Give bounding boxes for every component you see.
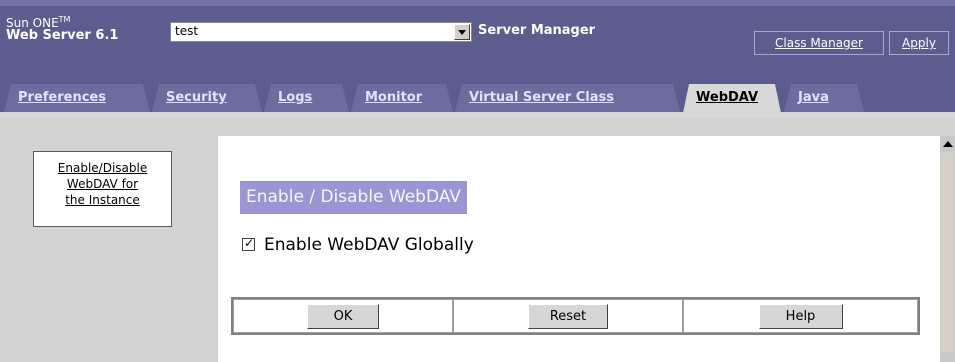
server-select-value: test [175,24,199,38]
header-top-line [0,0,955,6]
scroll-thumb[interactable] [941,152,954,352]
help-cell: Help [683,299,918,333]
body-area: Enable/Disable WebDAV for the Instance E… [0,118,955,362]
trademark-mark: TM [58,15,71,24]
sidebar-link-line-2[interactable]: WebDAV for [34,176,171,192]
app-name: Server Manager [478,23,596,38]
apply-button[interactable]: Apply [889,31,949,55]
product-version: Web Server 6.1 [6,28,119,43]
scroll-up-icon[interactable] [940,136,955,152]
reset-cell: Reset [453,299,683,333]
tab-logs[interactable]: Logs [264,84,349,112]
sidebar-link-line-1[interactable]: Enable/Disable [34,160,171,176]
server-select[interactable]: test [170,22,472,42]
help-button[interactable]: Help [758,303,843,329]
sidebar-link-line-3[interactable]: the Instance [34,192,171,208]
sidebar-link-box: Enable/Disable WebDAV for the Instance [33,151,172,227]
ok-cell: OK [233,299,453,333]
enable-webdav-label: Enable WebDAV Globally [264,235,474,255]
reset-button[interactable]: Reset [528,303,608,329]
chevron-down-icon[interactable] [454,24,470,40]
tab-virtual-server-class[interactable]: Virtual Server Class [455,84,680,112]
tab-security[interactable]: Security [152,84,262,112]
scroll-down-icon[interactable] [940,352,955,362]
content-panel: Enable / Disable WebDAV Enable WebDAV Gl… [218,136,940,362]
header-bar: Sun ONETM Web Server 6.1 test Server Man… [0,0,955,118]
tab-preferences[interactable]: Preferences [4,84,150,112]
tab-monitor[interactable]: Monitor [351,84,453,112]
page-title: Enable / Disable WebDAV [240,181,467,214]
tab-java[interactable]: Java [784,84,864,112]
button-row: OK Reset Help [231,297,920,335]
scrollbar[interactable] [940,136,955,362]
class-manager-button[interactable]: Class Manager [754,31,884,55]
enable-webdav-checkbox[interactable] [242,236,255,251]
ok-button[interactable]: OK [307,303,379,329]
